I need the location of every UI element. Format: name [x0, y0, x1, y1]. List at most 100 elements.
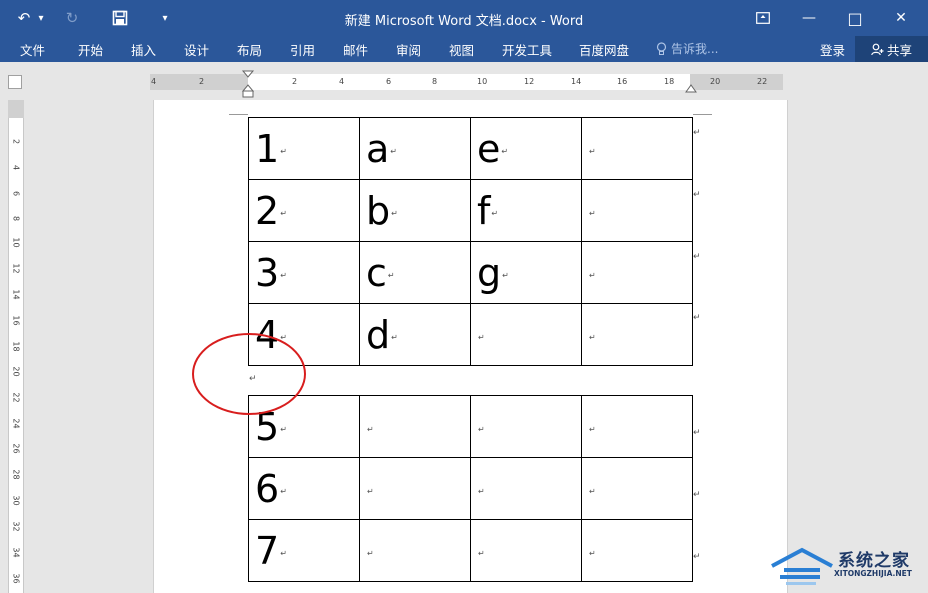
tab-file[interactable]: 文件: [20, 40, 45, 59]
ruler-number: 10: [11, 237, 21, 248]
ruler-number: 18: [11, 341, 21, 352]
table-cell[interactable]: ↵: [470, 457, 582, 520]
crop-mark: [693, 114, 712, 115]
table-cell[interactable]: d↵: [359, 303, 471, 366]
share-button[interactable]: 共享: [855, 36, 928, 62]
tab-references[interactable]: 引用: [290, 40, 315, 59]
cell-end-mark: ↵: [280, 208, 287, 218]
row-end-mark: ↵: [693, 128, 701, 138]
table-cell[interactable]: ↵: [470, 303, 582, 366]
cell-text: 7: [255, 528, 280, 573]
cell-end-mark: ↵: [391, 208, 398, 218]
share-label: 共享: [886, 42, 912, 58]
table-cell[interactable]: 6↵: [248, 457, 360, 520]
table-cell[interactable]: a↵: [359, 117, 471, 180]
table-cell[interactable]: 1↵: [248, 117, 360, 180]
tab-selector[interactable]: [8, 75, 22, 89]
ruler-number: 10: [477, 77, 488, 86]
cell-end-mark: ↵: [589, 146, 596, 156]
ruler-number: 34: [11, 547, 21, 558]
table-cell[interactable]: b↵: [359, 179, 471, 242]
cell-text: 2: [255, 188, 280, 233]
table-cell[interactable]: ↵: [581, 457, 693, 520]
cell-end-mark: ↵: [280, 548, 287, 558]
tab-mailings[interactable]: 邮件: [343, 40, 368, 59]
cell-end-mark: ↵: [280, 486, 287, 496]
vertical-ruler-margin: [8, 100, 24, 118]
table-cell[interactable]: ↵: [470, 395, 582, 458]
table-cell[interactable]: ↵: [470, 519, 582, 582]
table-cell[interactable]: ↵: [359, 395, 471, 458]
table-cell[interactable]: 3↵: [248, 241, 360, 304]
table-cell[interactable]: ↵: [359, 519, 471, 582]
tab-view[interactable]: 视图: [449, 40, 474, 59]
tell-me-label: 告诉我...: [671, 42, 719, 56]
cell-text: d: [366, 312, 391, 357]
ruler-number: 12: [524, 77, 535, 86]
tab-developer[interactable]: 开发工具: [502, 40, 552, 59]
ruler-number: 8: [432, 77, 438, 86]
ruler-number: 14: [571, 77, 582, 86]
table-cell[interactable]: 7↵: [248, 519, 360, 582]
tab-home[interactable]: 开始: [78, 40, 103, 59]
cell-text: c: [366, 250, 387, 295]
tab-review[interactable]: 审阅: [396, 40, 421, 59]
ruler-number: 6: [11, 190, 21, 197]
cell-end-mark: ↵: [501, 146, 509, 156]
cell-text: e: [477, 126, 501, 171]
sign-in-link[interactable]: 登录: [820, 40, 845, 59]
tab-insert[interactable]: 插入: [131, 40, 156, 59]
right-indent-marker[interactable]: [684, 82, 698, 94]
table-row: 7↵ ↵ ↵ ↵: [248, 519, 693, 582]
table-cell[interactable]: g↵: [470, 241, 582, 304]
table-cell[interactable]: 2↵: [248, 179, 360, 242]
title-bar: ↶ ▾ ↻ ▾ 新建 Microsoft Word 文档.docx - Word…: [0, 0, 928, 36]
table-row: 5↵ ↵ ↵ ↵: [248, 395, 693, 458]
table-lower[interactable]: 5↵ ↵ ↵ ↵ 6↵ ↵ ↵ ↵ 7↵ ↵ ↵ ↵: [248, 395, 693, 582]
tab-baidu-netdisk[interactable]: 百度网盘: [579, 40, 629, 59]
ruler-number: 2: [11, 138, 21, 145]
cell-end-mark: ↵: [478, 548, 485, 558]
cell-end-mark: ↵: [502, 270, 509, 280]
table-cell[interactable]: ↵: [581, 519, 693, 582]
cell-end-mark: ↵: [589, 548, 596, 558]
minimize-button[interactable]: —: [786, 4, 832, 32]
cell-end-mark: ↵: [589, 424, 596, 434]
tell-me-box[interactable]: 告诉我...: [656, 40, 718, 57]
crop-mark: [229, 114, 248, 115]
ribbon-tabs: 文件 开始 插入 设计 布局 引用 邮件 审阅 视图 开发工具 百度网盘 告诉我…: [0, 36, 928, 62]
table-cell[interactable]: ↵: [581, 241, 693, 304]
row-end-mark: ↵: [693, 428, 701, 438]
table-cell[interactable]: f↵: [470, 179, 582, 242]
table-cell[interactable]: ↵: [581, 395, 693, 458]
cell-end-mark: ↵: [280, 270, 287, 280]
cell-end-mark: ↵: [367, 548, 374, 558]
ruler-number: 20: [710, 77, 721, 86]
cell-text: a: [366, 126, 390, 171]
cell-end-mark: ↵: [589, 486, 596, 496]
table-row: 3↵ c↵ g↵ ↵: [248, 241, 693, 304]
tab-design[interactable]: 设计: [184, 40, 209, 59]
cell-end-mark: ↵: [491, 208, 499, 218]
table-cell[interactable]: c↵: [359, 241, 471, 304]
cell-end-mark: ↵: [478, 486, 485, 496]
table-cell[interactable]: ↵: [581, 117, 693, 180]
table-row: 6↵ ↵ ↵ ↵: [248, 457, 693, 520]
watermark-url: XITONGZHIJIA.NET: [834, 569, 912, 578]
ribbon-display-options-icon[interactable]: [740, 4, 786, 32]
first-line-indent-marker[interactable]: [241, 70, 255, 98]
cell-end-mark: ↵: [367, 486, 374, 496]
table-cell[interactable]: ↵: [581, 303, 693, 366]
table-cell[interactable]: e↵: [470, 117, 582, 180]
ruler-number: 2: [292, 77, 298, 86]
table-cell[interactable]: ↵: [359, 457, 471, 520]
cell-text: 6: [255, 466, 280, 511]
close-button[interactable]: ✕: [878, 4, 924, 32]
ruler-number: 26: [11, 443, 21, 454]
table-upper[interactable]: 1↵ a↵ e↵ ↵ 2↵ b↵ f↵ ↵ 3↵ c↵ g↵ ↵ 4↵ d↵ ↵…: [248, 117, 693, 366]
tab-layout[interactable]: 布局: [237, 40, 262, 59]
cell-end-mark: ↵: [387, 270, 395, 280]
cell-end-mark: ↵: [478, 332, 485, 342]
table-cell[interactable]: ↵: [581, 179, 693, 242]
maximize-button[interactable]: □: [832, 4, 878, 32]
